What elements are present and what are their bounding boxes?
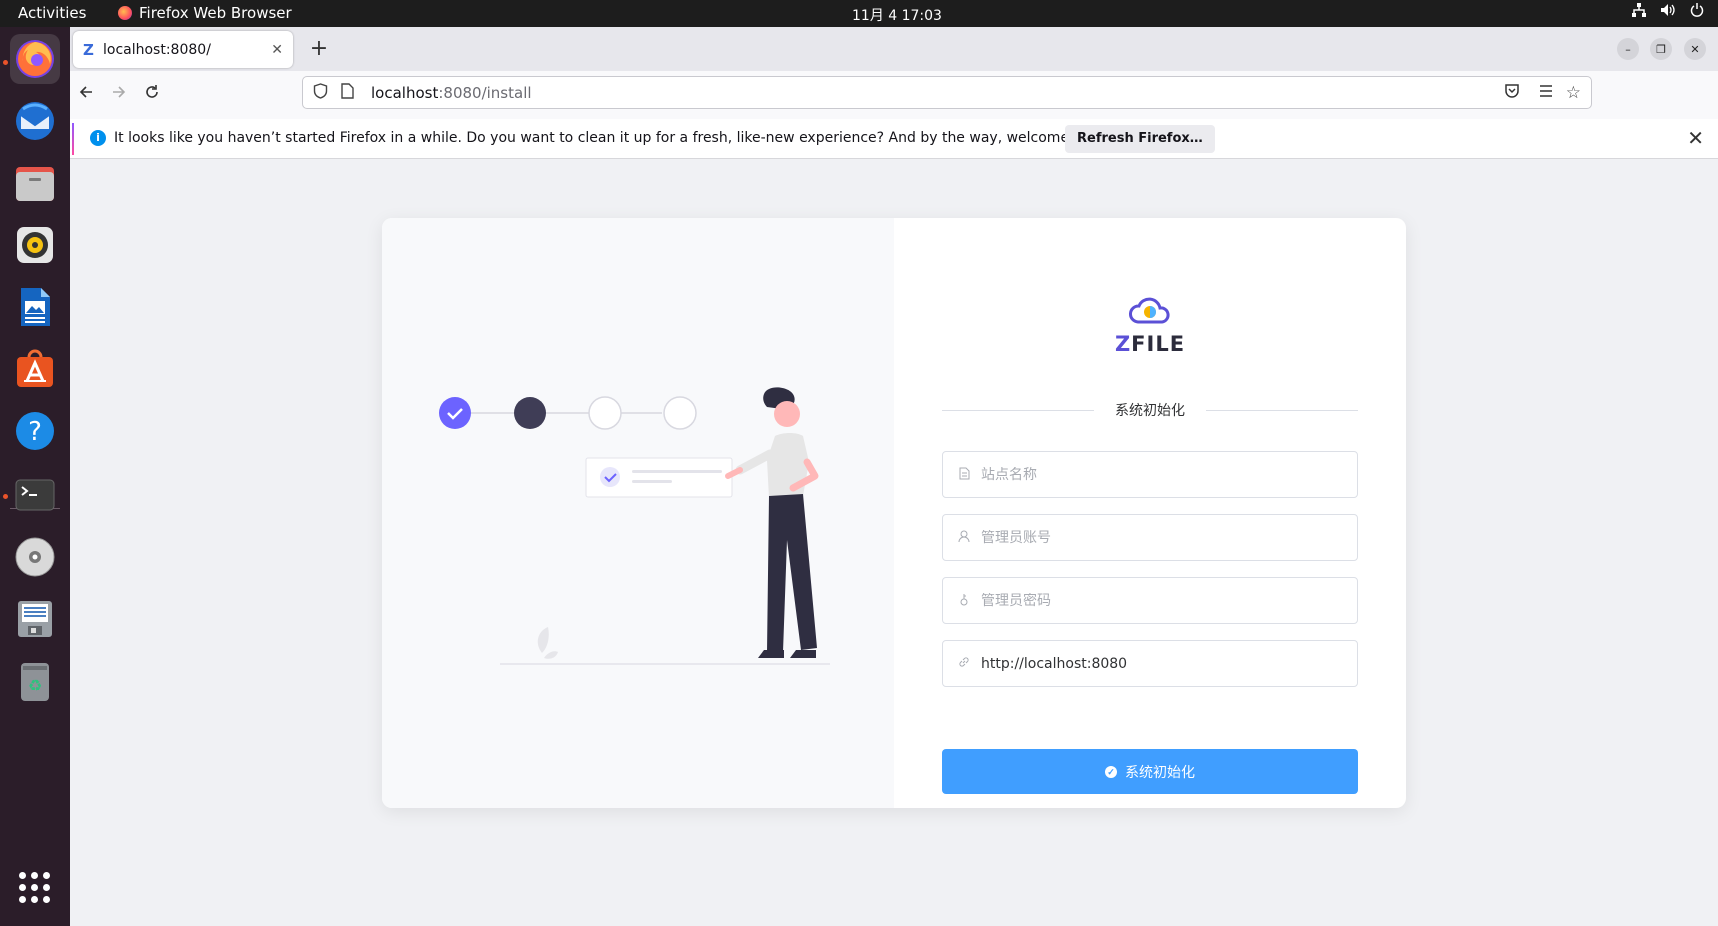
reload-button[interactable] [140,83,164,105]
network-icon [1632,3,1646,21]
running-indicator [3,60,8,65]
tab-title: localhost:8080/ [103,41,211,58]
dock-writer[interactable] [10,282,60,332]
check-circle-icon: ✓ [1105,765,1117,778]
svg-text:?: ? [28,417,42,447]
dock-trash[interactable]: ♻ [10,656,60,706]
notice-close-icon[interactable]: ✕ [1687,126,1704,150]
navigation-bar: localhost:8080/install ☆ [70,71,1718,119]
page-info-icon[interactable] [341,82,359,103]
dock-thunderbird[interactable] [10,96,60,146]
power-icon [1690,3,1704,21]
menu-hamburger-icon[interactable] [1538,83,1554,103]
dock-rhythmbox[interactable] [10,220,60,270]
new-tab-button[interactable]: + [306,36,332,61]
logo-wordmark: ZFILE [1114,332,1186,356]
dock-dvd[interactable] [10,532,60,582]
dvd-icon [15,537,55,577]
tracking-shield-icon[interactable] [313,82,331,103]
minimize-button[interactable]: – [1617,38,1639,60]
thunderbird-icon [16,102,54,140]
info-icon: i [90,130,106,146]
floppy-icon [18,601,52,637]
back-button[interactable] [74,83,98,105]
admin-password-field[interactable] [942,577,1358,624]
system-top-bar: Activities Firefox Web Browser 11月 4 17:… [0,0,1718,27]
key-icon [957,593,971,609]
app-menu[interactable]: Firefox Web Browser [118,4,292,22]
bookmark-star-icon[interactable]: ☆ [1566,83,1581,103]
domain-input[interactable] [981,655,1341,672]
forward-button[interactable] [107,83,131,105]
site-name-field[interactable] [942,451,1358,498]
initialize-button-label: 系统初始化 [1125,763,1195,780]
admin-account-input[interactable] [981,529,1341,546]
show-apps-icon[interactable] [19,872,51,904]
link-icon [957,656,971,671]
dock: ? ♻ [0,27,70,926]
dock-software[interactable] [10,344,60,394]
volume-icon [1660,3,1676,21]
initialize-button[interactable]: ✓ 系统初始化 [942,749,1358,794]
domain-field[interactable] [942,640,1358,687]
site-name-input[interactable] [981,466,1341,483]
form-heading-label: 系统初始化 [1115,403,1185,419]
step-done-icon [439,397,471,429]
dock-terminal[interactable] [10,470,60,520]
tab-close-icon[interactable]: ✕ [271,42,283,58]
cloud-logo-icon [1129,297,1170,324]
app-name-label: Firefox Web Browser [139,4,292,22]
help-icon: ? [16,412,54,450]
zfile-logo: ZFILE [1100,296,1200,356]
zfile-favicon-icon: Z [83,40,94,59]
trash-icon: ♻ [21,663,49,701]
clock[interactable]: 11月 4 17:03 [852,5,942,25]
pocket-icon[interactable] [1504,83,1520,103]
firefox-icon [16,40,54,78]
dock-files[interactable] [10,158,60,208]
step-current-icon [514,397,546,429]
refresh-firefox-button[interactable]: Refresh Firefox… [1065,125,1215,153]
admin-password-input[interactable] [981,592,1341,609]
rhythmbox-icon [17,227,53,263]
svg-text:♻: ♻ [28,676,42,695]
document-icon [957,467,971,483]
form-panel: ZFILE 系统初始化 站点名称 管理员账号 http://localhost:… [894,218,1406,808]
notice-message: It looks like you haven’t started Firefo… [114,130,1113,146]
terminal-icon [15,479,55,511]
step-pending-icon [588,396,622,430]
dock-help[interactable]: ? [10,406,60,456]
illustration-panel [382,218,894,808]
running-indicator [3,494,8,499]
firefox-icon [118,6,132,20]
notice-accent-bar [72,123,74,155]
url-bar[interactable]: localhost:8080/install ☆ [302,76,1592,109]
admin-account-field[interactable] [942,514,1358,561]
software-icon [17,349,53,387]
refresh-notification-bar: i It looks like you haven’t started Fire… [70,119,1718,159]
activities-button[interactable]: Activities [18,4,86,22]
tab-localhost[interactable]: Z localhost:8080/ ✕ [73,31,293,68]
install-card: ZFILE 系统初始化 站点名称 管理员账号 http://localhost:… [382,218,1406,808]
browser-window: Z localhost:8080/ ✕ + – ❐ ✕ localhost:80… [70,27,1718,926]
url-path: :8080/install [438,83,532,102]
files-icon [16,167,54,201]
restore-button[interactable]: ❐ [1650,38,1672,60]
dock-firefox[interactable] [10,34,60,84]
close-window-button[interactable]: ✕ [1684,38,1706,60]
form-heading: 系统初始化 [942,399,1358,421]
user-icon [957,530,971,546]
system-tray[interactable] [1632,3,1704,21]
progress-illustration [439,387,830,665]
url-host: localhost [371,83,439,102]
step-pending-icon [663,396,697,430]
dock-floppy[interactable] [10,594,60,644]
tab-bar: Z localhost:8080/ ✕ + – ❐ ✕ [70,27,1718,71]
writer-icon [21,288,50,326]
page-viewport: ZFILE 系统初始化 站点名称 管理员账号 http://localhost:… [70,159,1718,926]
